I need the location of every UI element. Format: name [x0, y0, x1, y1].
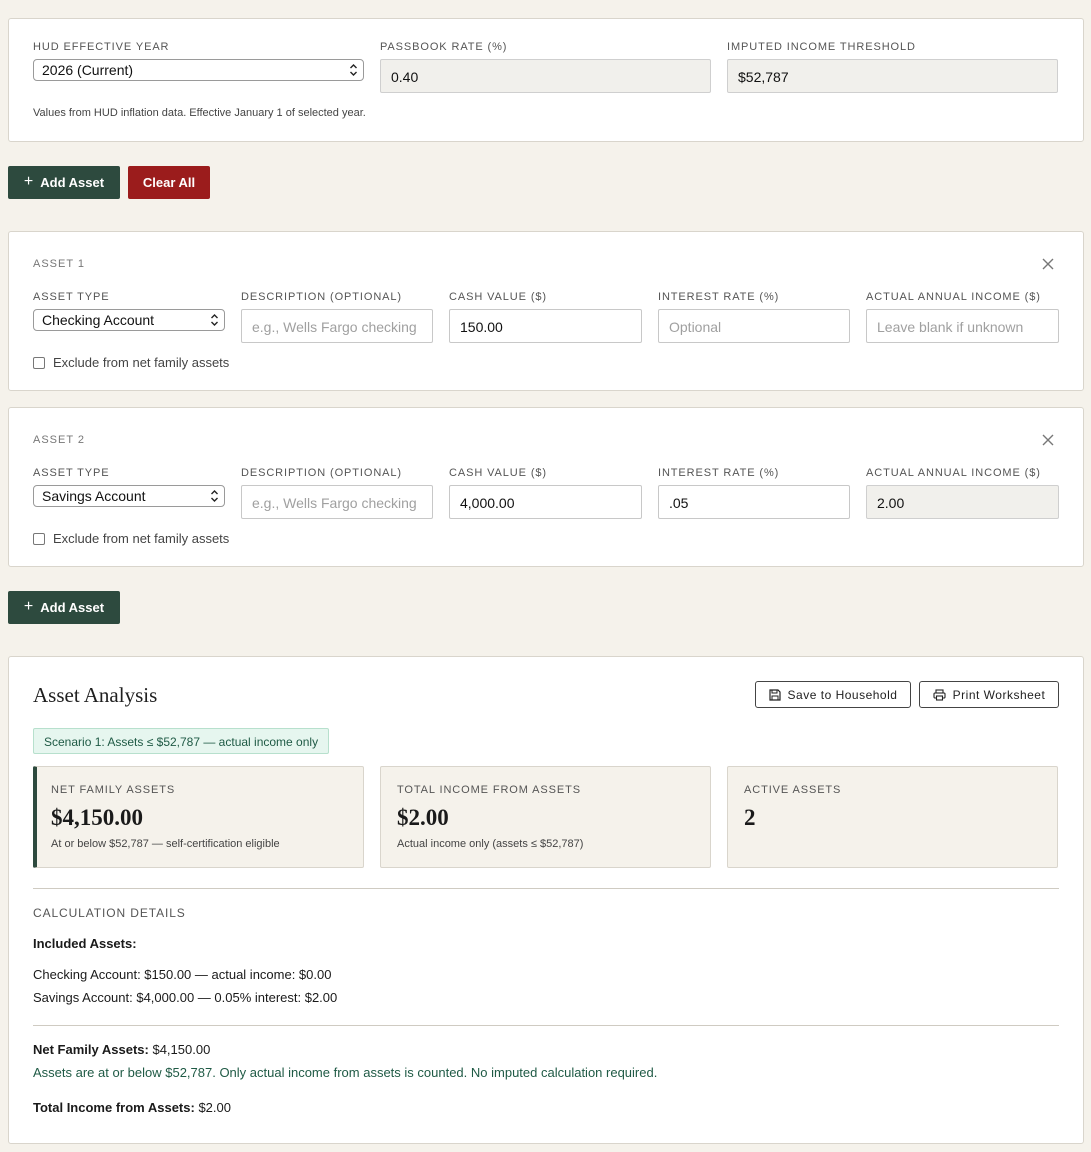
hud-year-value: 2026 (Current): [42, 62, 134, 78]
save-icon: [768, 688, 781, 701]
net-label: Net Family Assets:: [33, 1042, 149, 1057]
select-arrows-icon: [211, 490, 218, 502]
description-label: DESCRIPTION (OPTIONAL): [241, 291, 402, 303]
net-family-assets-line: Net Family Assets: $4,150.00: [33, 1042, 210, 1057]
cash-value-label: CASH VALUE ($): [449, 291, 547, 303]
hud-year-select[interactable]: 2026 (Current): [33, 59, 364, 81]
asset-type-select[interactable]: Checking Account: [33, 309, 225, 331]
asset-card-1: ASSET 1 ASSET TYPE Checking Account DESC…: [8, 231, 1084, 391]
total-value: $2.00: [198, 1100, 231, 1115]
divider: [33, 1025, 1059, 1026]
asset-type-value: Checking Account: [42, 312, 155, 328]
stat-value: $2.00: [397, 805, 449, 830]
hud-settings-card: HUD EFFECTIVE YEAR 2026 (Current) PASSBO…: [8, 18, 1084, 142]
exclude-label: Exclude from net family assets: [53, 355, 230, 370]
net-value: $4,150.00: [152, 1042, 211, 1057]
print-worksheet-button[interactable]: Print Worksheet: [919, 681, 1059, 708]
clear-all-label: Clear All: [142, 175, 196, 190]
description-input[interactable]: e.g., Wells Fargo checking: [241, 485, 433, 519]
asset-card-2: ASSET 2 ASSET TYPE Savings Account DESCR…: [8, 407, 1084, 567]
stat-value: 2: [744, 805, 756, 830]
exclude-checkbox[interactable]: [33, 356, 45, 369]
total-income-line: Total Income from Assets: $2.00: [33, 1100, 231, 1115]
select-arrows-icon: [350, 64, 357, 76]
cash-value-input[interactable]: 150.00: [449, 309, 642, 343]
stat-sub: At or below $52,787 — self-certification…: [51, 838, 280, 850]
cash-value-label: CASH VALUE ($): [449, 467, 547, 479]
imputed-threshold-field: $52,787: [727, 59, 1058, 93]
cash-value-input[interactable]: 4,000.00: [449, 485, 642, 519]
asset-title: ASSET 1: [33, 258, 86, 270]
stat-sub: Actual income only (assets ≤ $52,787): [397, 838, 584, 850]
stat-label: ACTIVE ASSETS: [744, 784, 842, 796]
add-asset-button[interactable]: + Add Asset: [8, 166, 120, 199]
total-label: Total Income from Assets:: [33, 1100, 195, 1115]
included-assets-heading: Included Assets:: [33, 936, 137, 951]
interest-rate-label: INTEREST RATE (%): [658, 467, 780, 479]
close-icon[interactable]: [1042, 258, 1054, 270]
close-icon[interactable]: [1042, 434, 1054, 446]
active-assets-stat: ACTIVE ASSETS 2: [727, 766, 1058, 868]
printer-icon: [933, 688, 946, 701]
exclude-checkbox-row[interactable]: Exclude from net family assets: [33, 355, 229, 370]
passbook-rate-field: 0.40: [380, 59, 711, 93]
exclude-label: Exclude from net family assets: [53, 531, 230, 546]
exclude-checkbox-row[interactable]: Exclude from net family assets: [33, 531, 229, 546]
exclude-checkbox[interactable]: [33, 532, 45, 545]
plus-icon: +: [23, 172, 34, 190]
actual-income-field[interactable]: 2.00: [866, 485, 1059, 519]
add-asset-label: Add Asset: [40, 600, 105, 615]
save-to-household-button[interactable]: Save to Household: [755, 681, 911, 708]
hud-data-note: Values from HUD inflation data. Effectiv…: [33, 107, 366, 119]
asset-title: ASSET 2: [33, 434, 86, 446]
stat-label: NET FAMILY ASSETS: [51, 784, 176, 796]
hud-year-label: HUD EFFECTIVE YEAR: [33, 41, 170, 53]
interest-rate-label: INTEREST RATE (%): [658, 291, 780, 303]
interest-rate-input[interactable]: Optional: [658, 309, 850, 343]
clear-all-button[interactable]: Clear All: [128, 166, 210, 199]
print-label: Print Worksheet: [952, 687, 1046, 702]
passbook-rate-label: PASSBOOK RATE (%): [380, 41, 508, 53]
asset-type-label: ASSET TYPE: [33, 467, 110, 479]
asset-type-value: Savings Account: [42, 488, 146, 504]
included-asset-line: Savings Account: $4,000.00 — 0.05% inter…: [33, 990, 338, 1005]
select-arrows-icon: [211, 314, 218, 326]
save-label: Save to Household: [787, 687, 898, 702]
included-asset-line: Checking Account: $150.00 — actual incom…: [33, 967, 332, 982]
description-label: DESCRIPTION (OPTIONAL): [241, 467, 402, 479]
actual-income-label: ACTUAL ANNUAL INCOME ($): [866, 291, 1041, 303]
divider: [33, 888, 1059, 889]
add-asset-label: Add Asset: [40, 175, 105, 190]
net-family-assets-stat: NET FAMILY ASSETS $4,150.00 At or below …: [33, 766, 364, 868]
scenario-note: Assets are at or below $52,787. Only act…: [33, 1065, 658, 1080]
actual-income-input[interactable]: Leave blank if unknown: [866, 309, 1059, 343]
asset-type-label: ASSET TYPE: [33, 291, 110, 303]
scenario-badge: Scenario 1: Assets ≤ $52,787 — actual in…: [33, 728, 330, 754]
interest-rate-input[interactable]: .05: [658, 485, 850, 519]
stat-label: TOTAL INCOME FROM ASSETS: [397, 784, 581, 796]
asset-type-select[interactable]: Savings Account: [33, 485, 225, 507]
actual-income-label: ACTUAL ANNUAL INCOME ($): [866, 467, 1041, 479]
calculation-details-heading: CALCULATION DETAILS: [33, 906, 186, 920]
imputed-threshold-label: IMPUTED INCOME THRESHOLD: [727, 41, 916, 53]
analysis-title: Asset Analysis: [33, 683, 158, 707]
total-income-stat: TOTAL INCOME FROM ASSETS $2.00 Actual in…: [380, 766, 711, 868]
description-input[interactable]: e.g., Wells Fargo checking: [241, 309, 433, 343]
stat-value: $4,150.00: [51, 805, 143, 830]
add-asset-bottom-button[interactable]: + Add Asset: [8, 591, 120, 624]
plus-icon: +: [23, 597, 34, 615]
